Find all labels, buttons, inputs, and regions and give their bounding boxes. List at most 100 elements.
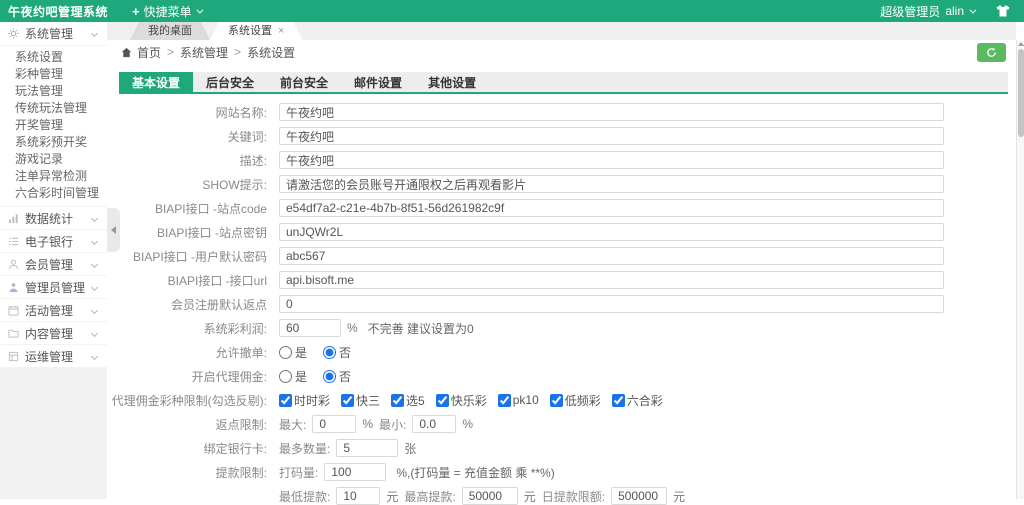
chevron-down-icon (91, 260, 98, 267)
sidebar-group-activities[interactable]: 活动管理 (0, 298, 107, 321)
agent-commission-yes-option[interactable]: 是 (279, 368, 307, 385)
yuan-unit: 元 (386, 488, 398, 505)
rebate-max-input[interactable] (312, 415, 356, 433)
chevron-down-icon (91, 283, 98, 290)
lottery-ssc-option[interactable]: 时时彩 (279, 392, 330, 409)
chart-icon (8, 212, 20, 224)
withdraw-min-label: 最低提款: (279, 488, 330, 505)
lottery-lowfreq-checkbox[interactable] (550, 394, 563, 407)
sidebar: 系统管理 系统设置 彩种管理 玩法管理 传统玩法管理 开奖管理 系统彩预开奖 游… (0, 22, 107, 499)
ops-icon (8, 350, 20, 362)
lottery-lowfreq-option[interactable]: 低频彩 (550, 392, 601, 409)
withdraw-min-input[interactable] (336, 487, 380, 505)
quick-menu-label: 快捷菜单 (144, 3, 192, 20)
home-icon (121, 47, 132, 58)
sidebar-group-statistics[interactable]: 数据统计 (0, 206, 107, 229)
collapse-left-arrow-icon (111, 226, 116, 234)
lottery-mark6-option[interactable]: 六合彩 (612, 392, 663, 409)
biapi-secret-input[interactable] (279, 223, 944, 241)
vertical-scrollbar[interactable] (1016, 40, 1024, 499)
option-label: 否 (339, 344, 351, 361)
chevron-down-icon (91, 352, 98, 359)
withdraw-max-input[interactable] (462, 487, 518, 505)
sidebar-group-members[interactable]: 会员管理 (0, 252, 107, 275)
show-tip-input[interactable] (279, 175, 944, 193)
sidebar-item-pre-draw[interactable]: 系统彩预开奖 (0, 134, 107, 151)
allow-cancel-no-option[interactable]: 否 (323, 344, 351, 361)
sidebar-group-content[interactable]: 内容管理 (0, 321, 107, 344)
tab-my-desktop[interactable]: 我的桌面 (130, 22, 210, 40)
breadcrumb-section[interactable]: 系统管理 (180, 44, 228, 61)
sidebar-group-admins[interactable]: 管理员管理 (0, 275, 107, 298)
agent-commission-no-option[interactable]: 否 (323, 368, 351, 385)
system-profit-input[interactable] (279, 319, 341, 337)
sidebar-group-ebank[interactable]: 电子银行 (0, 229, 107, 252)
system-profit-label: 系统彩利润: (119, 320, 279, 337)
description-input[interactable] (279, 151, 944, 169)
agent-commission-yes-radio[interactable] (279, 370, 292, 383)
allow-cancel-no-radio[interactable] (323, 346, 336, 359)
user-menu[interactable]: 超级管理员 alin (880, 3, 974, 20)
commission-limit-label: 代理佣金彩种限制(勾选反剔): (119, 392, 279, 409)
close-icon[interactable] (278, 22, 284, 40)
allow-cancel-yes-radio[interactable] (279, 346, 292, 359)
tab-basic-settings[interactable]: 基本设置 (119, 72, 193, 94)
tab-other-settings[interactable]: 其他设置 (415, 72, 489, 94)
quick-menu-button[interactable]: 快捷菜单 (122, 0, 211, 22)
rebate-max-label: 最大: (279, 416, 306, 433)
turnover-input[interactable] (324, 463, 386, 481)
keywords-label: 关键词: (119, 128, 279, 145)
biapi-code-label: BIAPI接口 -站点code (119, 200, 279, 217)
sidebar-item-traditional-play[interactable]: 传统玩法管理 (0, 100, 107, 117)
rebate-min-input[interactable] (412, 415, 456, 433)
lottery-ssc-checkbox[interactable] (279, 394, 292, 407)
scrollbar-thumb[interactable] (1018, 49, 1024, 137)
sidebar-group-label: 运维管理 (25, 348, 92, 365)
allow-cancel-yes-option[interactable]: 是 (279, 344, 307, 361)
sidebar-group-ops[interactable]: 运维管理 (0, 344, 107, 367)
breadcrumb-page[interactable]: 系统设置 (247, 44, 295, 61)
biapi-url-input[interactable] (279, 271, 944, 289)
tab-label: 系统设置 (228, 22, 272, 40)
theme-shirt-icon[interactable] (996, 5, 1010, 17)
withdraw-daily-input[interactable] (611, 487, 667, 505)
turnover-note: %,(打码量 = 充值金额 乘 **%) (396, 464, 554, 481)
lottery-pk10-option[interactable]: pk10 (498, 393, 539, 407)
bank-card-count-input[interactable] (336, 439, 398, 457)
lottery-klc-checkbox[interactable] (436, 394, 449, 407)
lottery-k3-option[interactable]: 快三 (341, 392, 380, 409)
lottery-x5-option[interactable]: 选5 (391, 392, 425, 409)
scrollbar-up-arrow[interactable] (1017, 40, 1024, 48)
lottery-k3-checkbox[interactable] (341, 394, 354, 407)
sidebar-item-play-methods[interactable]: 玩法管理 (0, 83, 107, 100)
sidebar-item-system-settings[interactable]: 系统设置 (0, 49, 107, 66)
sidebar-group-label: 管理员管理 (25, 279, 92, 296)
tab-backend-security[interactable]: 后台安全 (193, 72, 267, 94)
sidebar-group-label: 电子银行 (25, 233, 92, 250)
register-rebate-input[interactable] (279, 295, 944, 313)
checkbox-label: 时时彩 (294, 392, 330, 409)
sidebar-item-lottery-types[interactable]: 彩种管理 (0, 66, 107, 83)
sidebar-collapse-handle[interactable] (107, 208, 120, 252)
sidebar-item-draw-management[interactable]: 开奖管理 (0, 117, 107, 134)
agent-commission-no-radio[interactable] (323, 370, 336, 383)
sidebar-item-bet-anomaly[interactable]: 注单异常检测 (0, 168, 107, 185)
breadcrumb-home[interactable]: 首页 (137, 44, 161, 61)
lottery-klc-option[interactable]: 快乐彩 (436, 392, 487, 409)
tab-mail-settings[interactable]: 邮件设置 (341, 72, 415, 94)
lottery-x5-checkbox[interactable] (391, 394, 404, 407)
site-name-input[interactable] (279, 103, 944, 121)
sidebar-group-system[interactable]: 系统管理 (0, 22, 107, 45)
tab-system-settings[interactable]: 系统设置 (210, 22, 302, 40)
sidebar-item-game-records[interactable]: 游戏记录 (0, 151, 107, 168)
lottery-mark6-checkbox[interactable] (612, 394, 625, 407)
gear-icon (8, 28, 20, 40)
sidebar-item-mark6-time[interactable]: 六合彩时间管理 (0, 185, 107, 202)
tab-frontend-security[interactable]: 前台安全 (267, 72, 341, 94)
percent-unit: % (362, 417, 373, 431)
biapi-default-pwd-input[interactable] (279, 247, 944, 265)
refresh-button[interactable] (977, 43, 1006, 62)
keywords-input[interactable] (279, 127, 944, 145)
biapi-code-input[interactable] (279, 199, 944, 217)
lottery-pk10-checkbox[interactable] (498, 394, 511, 407)
